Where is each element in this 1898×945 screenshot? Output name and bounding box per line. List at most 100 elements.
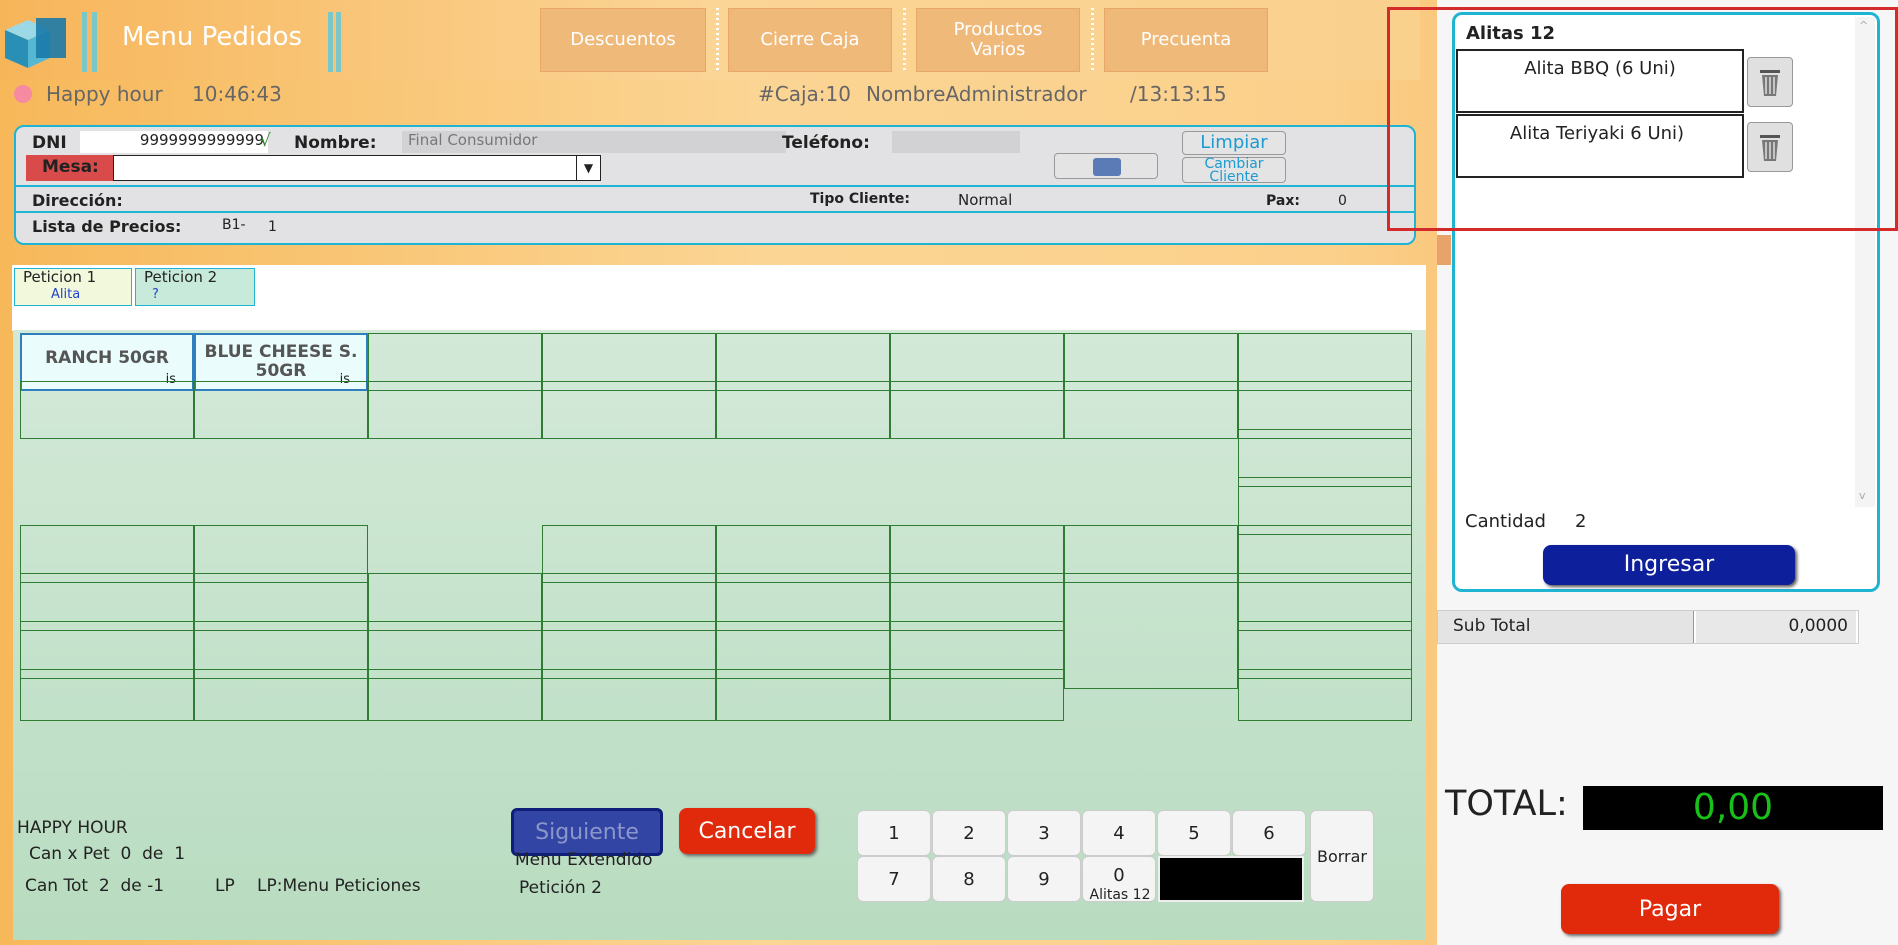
key-0-sublabel: Alitas 12 bbox=[1089, 887, 1151, 903]
trash-icon[interactable] bbox=[1747, 57, 1793, 107]
client-panel: DNI 9999999999999 √ Nombre: Final Consum… bbox=[14, 125, 1416, 245]
grid-slot[interactable] bbox=[716, 381, 890, 439]
separator bbox=[1091, 8, 1094, 72]
grid-slot[interactable] bbox=[368, 669, 542, 721]
grid-slot[interactable] bbox=[1064, 573, 1238, 689]
nombre-label: Nombre: bbox=[294, 133, 377, 153]
order-title: Alitas 12 bbox=[1466, 23, 1556, 44]
tab-peticion-2[interactable]: Peticion 2 ? bbox=[135, 268, 255, 306]
tipo-cliente-value: Normal bbox=[958, 191, 1013, 209]
elapsed-time: /13:13:15 bbox=[1130, 82, 1227, 106]
grid-slot[interactable] bbox=[194, 669, 368, 721]
cancelar-button[interactable]: Cancelar bbox=[679, 808, 815, 854]
lista-precios-code: B1- bbox=[222, 217, 246, 233]
tab-subtitle: Alita bbox=[51, 287, 81, 302]
separator bbox=[903, 8, 906, 72]
pax-label: Pax: bbox=[1266, 193, 1300, 209]
order-item[interactable]: Alita BBQ (6 Uni) bbox=[1456, 49, 1744, 113]
descuentos-button[interactable]: Descuentos bbox=[540, 8, 706, 72]
telefono-label: Teléfono: bbox=[782, 133, 870, 153]
key-5[interactable]: 5 bbox=[1157, 810, 1231, 856]
total-value: 0,00 bbox=[1583, 786, 1883, 830]
scroll-marker bbox=[1437, 235, 1451, 265]
tab-title: Peticion 2 bbox=[144, 268, 218, 286]
siguiente-button[interactable]: Siguiente bbox=[511, 808, 663, 856]
peticion-label: Petición 2 bbox=[519, 878, 602, 898]
nombre-field[interactable]: Final Consumidor bbox=[402, 131, 786, 153]
client-photo-button[interactable] bbox=[1054, 153, 1158, 179]
can-pet-label: Can x Pet 0 de 1 bbox=[29, 844, 186, 864]
grid-slot[interactable] bbox=[542, 669, 716, 721]
subtotal-row: Sub Total 0,0000 bbox=[1437, 610, 1859, 644]
chevron-down-icon[interactable]: ▼ bbox=[576, 156, 600, 180]
menu-extendido-label: Menu Extendido bbox=[515, 850, 653, 870]
grid-slot[interactable] bbox=[716, 669, 890, 721]
key-4[interactable]: 4 bbox=[1082, 810, 1156, 856]
divider bbox=[336, 12, 341, 72]
grid-slot[interactable] bbox=[890, 669, 1064, 721]
order-item[interactable]: Alita Teriyaki 6 Uni) bbox=[1456, 114, 1744, 178]
divider bbox=[16, 185, 1414, 187]
tab-title: Peticion 1 bbox=[23, 268, 97, 286]
lista-precios-label: Lista de Precios: bbox=[32, 217, 182, 236]
direccion-label: Dirección: bbox=[32, 191, 123, 210]
dni-field[interactable]: 9999999999999 bbox=[80, 131, 268, 153]
pagar-button[interactable]: Pagar bbox=[1561, 884, 1779, 934]
check-icon: √ bbox=[260, 131, 271, 151]
ingresar-button[interactable]: Ingresar bbox=[1543, 545, 1795, 585]
grid-slot[interactable] bbox=[20, 381, 194, 439]
camera-icon bbox=[1093, 158, 1121, 176]
divider bbox=[92, 12, 97, 72]
grid-slot[interactable] bbox=[1238, 669, 1412, 721]
grid-slot[interactable] bbox=[20, 669, 194, 721]
key-1[interactable]: 1 bbox=[857, 810, 931, 856]
trash-icon bbox=[1760, 70, 1780, 96]
app-logo-icon bbox=[5, 18, 66, 68]
subtotal-value: 0,0000 bbox=[1696, 611, 1856, 643]
limpiar-button[interactable]: Limpiar bbox=[1182, 131, 1286, 155]
key-3[interactable]: 3 bbox=[1007, 810, 1081, 856]
grid-slot[interactable] bbox=[1064, 381, 1238, 439]
scroll-up-icon[interactable]: ^ bbox=[1859, 19, 1868, 32]
key-0[interactable]: 0 Alitas 12 bbox=[1082, 856, 1156, 903]
key-7[interactable]: 7 bbox=[857, 856, 931, 902]
scrollbar[interactable]: ^ v bbox=[1855, 17, 1875, 507]
divider bbox=[328, 12, 333, 72]
cambiar-cliente-button[interactable]: Cambiar Cliente bbox=[1182, 157, 1286, 184]
tipo-cliente-label: Tipo Cliente: bbox=[810, 191, 910, 207]
top-bar: Menu Pedidos Descuentos Cierre Caja Prod… bbox=[0, 0, 1420, 80]
dni-label: DNI bbox=[32, 133, 67, 153]
grid-slot[interactable] bbox=[194, 381, 368, 439]
peticion-tabs: Peticion 1 Alita Peticion 2 ? bbox=[12, 265, 1426, 331]
total-label: TOTAL: bbox=[1445, 784, 1568, 824]
caja-label: #Caja:10 bbox=[758, 82, 851, 106]
key-2[interactable]: 2 bbox=[932, 810, 1006, 856]
tab-peticion-1[interactable]: Peticion 1 Alita bbox=[14, 268, 132, 306]
cantidad-label: Cantidad bbox=[1465, 511, 1546, 532]
trash-icon bbox=[1760, 135, 1780, 161]
scroll-down-icon[interactable]: v bbox=[1859, 489, 1866, 502]
cierre-caja-button[interactable]: Cierre Caja bbox=[728, 8, 892, 72]
grid-slot[interactable] bbox=[542, 381, 716, 439]
app-title: Menu Pedidos bbox=[122, 22, 303, 52]
lp-menu-label: LP:Menu Peticiones bbox=[257, 876, 421, 896]
pax-value: 0 bbox=[1338, 193, 1347, 209]
grid-slot[interactable] bbox=[368, 381, 542, 439]
key-9[interactable]: 9 bbox=[1007, 856, 1081, 902]
key-6[interactable]: 6 bbox=[1232, 810, 1306, 856]
mesa-select[interactable]: ▼ bbox=[113, 155, 601, 181]
subtotal-label: Sub Total bbox=[1438, 611, 1694, 643]
productos-varios-button[interactable]: Productos Varios bbox=[916, 8, 1080, 72]
key-8[interactable]: 8 bbox=[932, 856, 1006, 902]
trash-icon[interactable] bbox=[1747, 122, 1793, 172]
happy-hour-label: HAPPY HOUR bbox=[17, 818, 128, 838]
grid-slot[interactable] bbox=[890, 381, 1064, 439]
lista-precios-number: 1 bbox=[268, 219, 277, 235]
clock: 10:46:43 bbox=[192, 82, 282, 106]
precuenta-button[interactable]: Precuenta bbox=[1104, 8, 1268, 72]
divider bbox=[82, 12, 87, 72]
cantidad-value: 2 bbox=[1575, 511, 1587, 532]
telefono-field[interactable] bbox=[892, 131, 1020, 153]
separator bbox=[716, 8, 719, 72]
borrar-button[interactable]: Borrar bbox=[1310, 810, 1374, 902]
